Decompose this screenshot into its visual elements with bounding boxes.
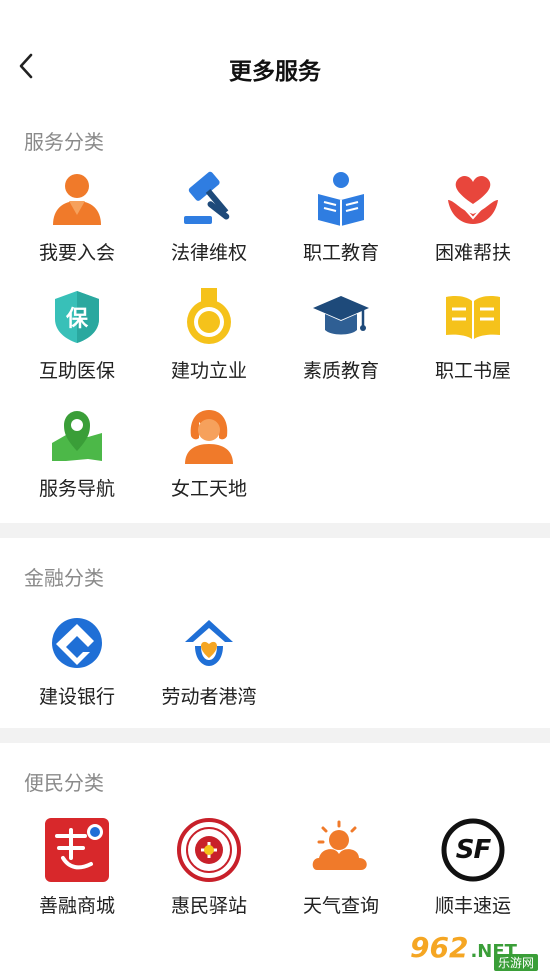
convenience-item-weather[interactable]: 天气查询 xyxy=(275,818,407,936)
gavel-icon xyxy=(179,169,239,229)
ccb-bank-icon xyxy=(47,613,107,673)
convenience-item-mall[interactable]: 善融商城 xyxy=(11,818,143,936)
service-item-bookhouse[interactable]: 职工书屋 xyxy=(407,287,539,405)
person-join-icon xyxy=(47,169,107,229)
graduation-cap-icon xyxy=(311,287,371,347)
finance-item-harbor[interactable]: 劳动者港湾 xyxy=(143,613,275,731)
page-title: 更多服务 xyxy=(229,59,321,85)
convenience-item-sf[interactable]: SF 顺丰速运 xyxy=(407,818,539,936)
insurance-shield-icon: 保 xyxy=(47,287,107,347)
book-icon xyxy=(443,287,503,347)
heart-hand-icon xyxy=(443,169,503,229)
woman-icon xyxy=(179,405,239,465)
weather-icon xyxy=(309,818,373,882)
service-item-assistance[interactable]: 困难帮扶 xyxy=(407,169,539,287)
medal-icon xyxy=(179,287,239,347)
section-title: 便民分类 xyxy=(24,771,104,795)
reading-person-icon xyxy=(311,169,371,229)
service-item-insurance[interactable]: 保 互助医保 xyxy=(11,287,143,405)
section-title: 服务分类 xyxy=(24,130,104,154)
header: 更多服务 xyxy=(0,0,550,110)
watermark: 962 .NET 乐游网 xyxy=(406,931,544,971)
service-item-navigation[interactable]: 服务导航 xyxy=(11,405,143,523)
section-services: 服务分类 我要入会 法律维权 职工教育 困难帮扶 保 互助医保 建功立业 素质教… xyxy=(0,110,550,523)
huimin-station-icon xyxy=(177,818,241,882)
section-title: 金融分类 xyxy=(24,566,104,590)
convenience-grid: 善融商城 惠民驿站 天气查询 SF 顺丰速运 xyxy=(0,818,550,936)
shanrong-mall-icon xyxy=(45,818,109,882)
sf-express-icon: SF xyxy=(441,818,505,882)
service-item-women[interactable]: 女工天地 xyxy=(143,405,275,523)
service-item-join[interactable]: 我要入会 xyxy=(11,169,143,287)
service-item-education[interactable]: 职工教育 xyxy=(275,169,407,287)
convenience-item-station[interactable]: 惠民驿站 xyxy=(143,818,275,936)
finance-item-ccb[interactable]: 建设银行 xyxy=(11,613,143,731)
service-item-achievement[interactable]: 建功立业 xyxy=(143,287,275,405)
worker-harbor-icon xyxy=(179,613,239,673)
more-services-page: 更多服务 服务分类 我要入会 法律维权 职工教育 困难帮扶 保 互助医保 建功立… xyxy=(0,0,550,977)
service-item-quality-education[interactable]: 素质教育 xyxy=(275,287,407,405)
finance-grid: 建设银行 劳动者港湾 xyxy=(0,613,550,731)
service-item-legal[interactable]: 法律维权 xyxy=(143,169,275,287)
section-finance: 金融分类 建设银行 劳动者港湾 xyxy=(0,538,550,728)
map-pin-icon xyxy=(47,405,107,465)
services-grid: 我要入会 法律维权 职工教育 困难帮扶 保 互助医保 建功立业 素质教育 职工书… xyxy=(0,169,550,523)
